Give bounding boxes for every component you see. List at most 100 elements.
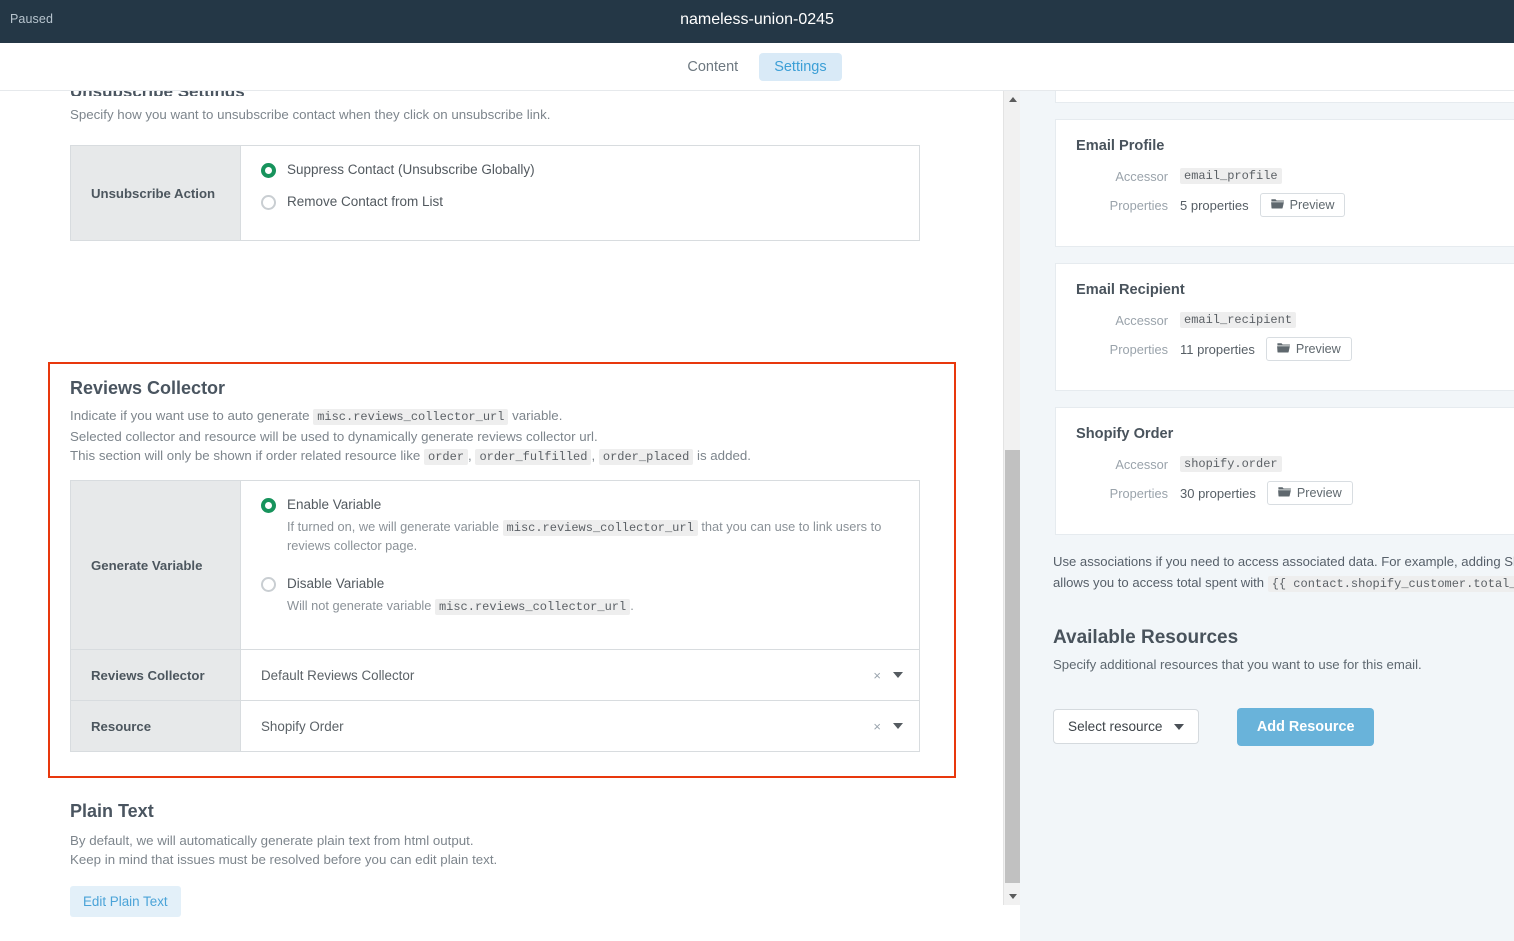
properties-label: Properties bbox=[1109, 197, 1168, 213]
code-order: order bbox=[424, 449, 469, 465]
properties-count: 5 properties bbox=[1180, 197, 1249, 213]
app-top-bar: Paused nameless-union-0245 bbox=[0, 0, 1514, 43]
description-line-3: This section will only be shown if order… bbox=[70, 448, 751, 465]
preview-button[interactable]: Preview bbox=[1266, 481, 1353, 505]
edit-plain-text-button[interactable]: Edit Plain Text bbox=[70, 886, 181, 917]
accessor-row: Accessor shopify.order bbox=[1076, 456, 1514, 472]
unsubscribe-description: Specify how you want to unsubscribe cont… bbox=[70, 107, 551, 122]
generate-variable-options: Enable Variable If turned on, we will ge… bbox=[241, 481, 919, 649]
scrollbar-thumb[interactable] bbox=[1005, 450, 1020, 883]
plain-text-heading: Plain Text bbox=[70, 801, 154, 821]
code-contact-shopify-customer-total-spent: {{ contact.shopify_customer.total_spent … bbox=[1267, 576, 1514, 592]
accessor-value: shopify.order bbox=[1180, 456, 1282, 472]
radio-option-suppress-contact[interactable]: Suppress Contact (Unsubscribe Globally) bbox=[261, 162, 905, 178]
radio-icon-selected[interactable] bbox=[261, 498, 276, 513]
reviews-collector-select[interactable]: Default Reviews Collector × bbox=[261, 668, 903, 683]
tab-content[interactable]: Content bbox=[672, 53, 753, 81]
campaign-title: nameless-union-0245 bbox=[680, 11, 834, 28]
disable-variable-help: Will not generate variable misc.reviews_… bbox=[287, 598, 634, 615]
table-row: Generate Variable Enable Variable If tur… bbox=[71, 481, 919, 649]
select-resource-label: Select resource bbox=[1068, 719, 1163, 734]
main-panel-scrollbar[interactable] bbox=[1003, 91, 1020, 905]
properties-row: Properties 5 properties Preview bbox=[1076, 193, 1514, 217]
table-row: Reviews Collector Default Reviews Collec… bbox=[71, 649, 919, 700]
accessor-label: Accessor bbox=[1115, 456, 1168, 472]
radio-option-remove-from-list[interactable]: Remove Contact from List bbox=[261, 194, 905, 210]
accessor-value: email_profile bbox=[1180, 168, 1282, 184]
radio-icon-selected[interactable] bbox=[261, 163, 276, 178]
generate-variable-label: Generate Variable bbox=[71, 481, 241, 649]
chevron-down-icon[interactable] bbox=[893, 723, 903, 729]
preview-label: Preview bbox=[1296, 486, 1342, 500]
code-misc-reviews-collector-url: misc.reviews_collector_url bbox=[434, 599, 631, 615]
card-title: Email Recipient bbox=[1076, 282, 1185, 298]
reviews-collector-selected-value: Default Reviews Collector bbox=[261, 667, 415, 683]
code-order-placed: order_placed bbox=[598, 449, 694, 465]
associations-note: Use associations if you need to access a… bbox=[1053, 551, 1514, 595]
reviews-collector-field-label: Reviews Collector bbox=[71, 650, 241, 700]
folder-icon bbox=[1277, 486, 1291, 500]
scroll-up-arrow-icon[interactable] bbox=[1004, 91, 1021, 108]
reviews-collector-select-cell: Default Reviews Collector × bbox=[241, 650, 919, 700]
folder-icon bbox=[1277, 342, 1290, 356]
radio-label: Disable Variable bbox=[287, 576, 385, 591]
plain-text-desc-line-2: Keep in mind that issues must be resolve… bbox=[70, 852, 498, 867]
enable-variable-help: If turned on, we will generate variable … bbox=[287, 519, 882, 553]
unsubscribe-action-label: Unsubscribe Action bbox=[71, 146, 241, 240]
accessor-row: Accessor email_recipient bbox=[1076, 312, 1514, 328]
preview-button[interactable]: Preview bbox=[1265, 337, 1352, 361]
resource-field-label: Resource bbox=[71, 701, 241, 751]
accessor-row: Accessor email_profile bbox=[1076, 168, 1514, 184]
description-line-2: Selected collector and resource will be … bbox=[70, 429, 598, 444]
available-resources-subtitle: Specify additional resources that you wa… bbox=[1053, 657, 1422, 672]
resource-select[interactable]: Shopify Order × bbox=[261, 719, 903, 734]
chevron-down-icon[interactable] bbox=[1174, 723, 1185, 730]
folder-icon bbox=[1270, 198, 1284, 212]
reviews-collector-description: Indicate if you want use to auto generat… bbox=[70, 406, 940, 467]
unsubscribe-settings-heading-clipped: Unsubscribe Settings bbox=[70, 91, 245, 96]
tab-bar: Content Settings bbox=[0, 43, 1514, 91]
resources-side-panel: Email Profile Accessor email_profile Pro… bbox=[1020, 91, 1514, 941]
select-resource-dropdown[interactable]: Select resource bbox=[1053, 709, 1200, 744]
radio-label: Enable Variable bbox=[287, 497, 382, 512]
radio-label: Remove Contact from List bbox=[287, 194, 444, 209]
accessor-value: email_recipient bbox=[1180, 312, 1297, 328]
chevron-down-icon[interactable] bbox=[893, 672, 903, 678]
table-row: Resource Shopify Order × bbox=[71, 700, 919, 751]
resource-card-email-profile[interactable]: Email Profile Accessor email_profile Pro… bbox=[1055, 119, 1514, 247]
radio-option-enable-variable[interactable]: Enable Variable If turned on, we will ge… bbox=[261, 497, 905, 555]
code-misc-reviews-collector-url: misc.reviews_collector_url bbox=[502, 520, 698, 536]
accessor-label: Accessor bbox=[1115, 312, 1168, 328]
plain-text-description: By default, we will automatically genera… bbox=[70, 831, 497, 869]
settings-main-panel: Unsubscribe Settings Specify how you wan… bbox=[0, 91, 1000, 941]
preview-label: Preview bbox=[1295, 342, 1341, 356]
resource-selected-value: Shopify Order bbox=[261, 718, 344, 734]
properties-row: Properties 30 properties Preview bbox=[1076, 481, 1514, 505]
add-resource-button[interactable]: Add Resource bbox=[1236, 708, 1375, 746]
radio-label: Suppress Contact (Unsubscribe Globally) bbox=[287, 162, 535, 177]
table-row: Unsubscribe Action Suppress Contact (Uns… bbox=[71, 146, 919, 240]
card-title: Email Profile bbox=[1076, 138, 1165, 154]
plain-text-desc-line-1: By default, we will automatically genera… bbox=[70, 833, 474, 848]
accessor-label: Accessor bbox=[1115, 168, 1168, 184]
properties-label: Properties bbox=[1109, 341, 1168, 357]
resource-card-email-recipient[interactable]: Email Recipient Accessor email_recipient… bbox=[1055, 263, 1514, 391]
preview-button[interactable]: Preview bbox=[1259, 193, 1346, 217]
clear-icon[interactable]: × bbox=[873, 719, 881, 734]
clear-icon[interactable]: × bbox=[873, 668, 881, 683]
radio-option-disable-variable[interactable]: Disable Variable Will not generate varia… bbox=[261, 576, 905, 616]
code-order-fulfilled: order_fulfilled bbox=[475, 449, 592, 465]
resource-select-cell: Shopify Order × bbox=[241, 701, 919, 751]
properties-row: Properties 11 properties Preview bbox=[1076, 337, 1514, 361]
resource-card-shopify-order[interactable]: Shopify Order Accessor shopify.order Pro… bbox=[1055, 407, 1514, 535]
description-line-1: Indicate if you want use to auto generat… bbox=[70, 408, 563, 425]
radio-icon-unselected[interactable] bbox=[261, 195, 276, 210]
available-resources-heading: Available Resources bbox=[1053, 627, 1239, 648]
radio-icon-unselected[interactable] bbox=[261, 577, 276, 592]
reviews-collector-heading: Reviews Collector bbox=[70, 378, 226, 398]
tab-settings[interactable]: Settings bbox=[759, 52, 842, 81]
unsubscribe-action-table: Unsubscribe Action Suppress Contact (Uns… bbox=[70, 145, 920, 241]
resource-card-partial bbox=[1055, 91, 1514, 103]
scroll-down-arrow-icon[interactable] bbox=[1004, 888, 1021, 905]
card-title: Shopify Order bbox=[1076, 426, 1174, 442]
